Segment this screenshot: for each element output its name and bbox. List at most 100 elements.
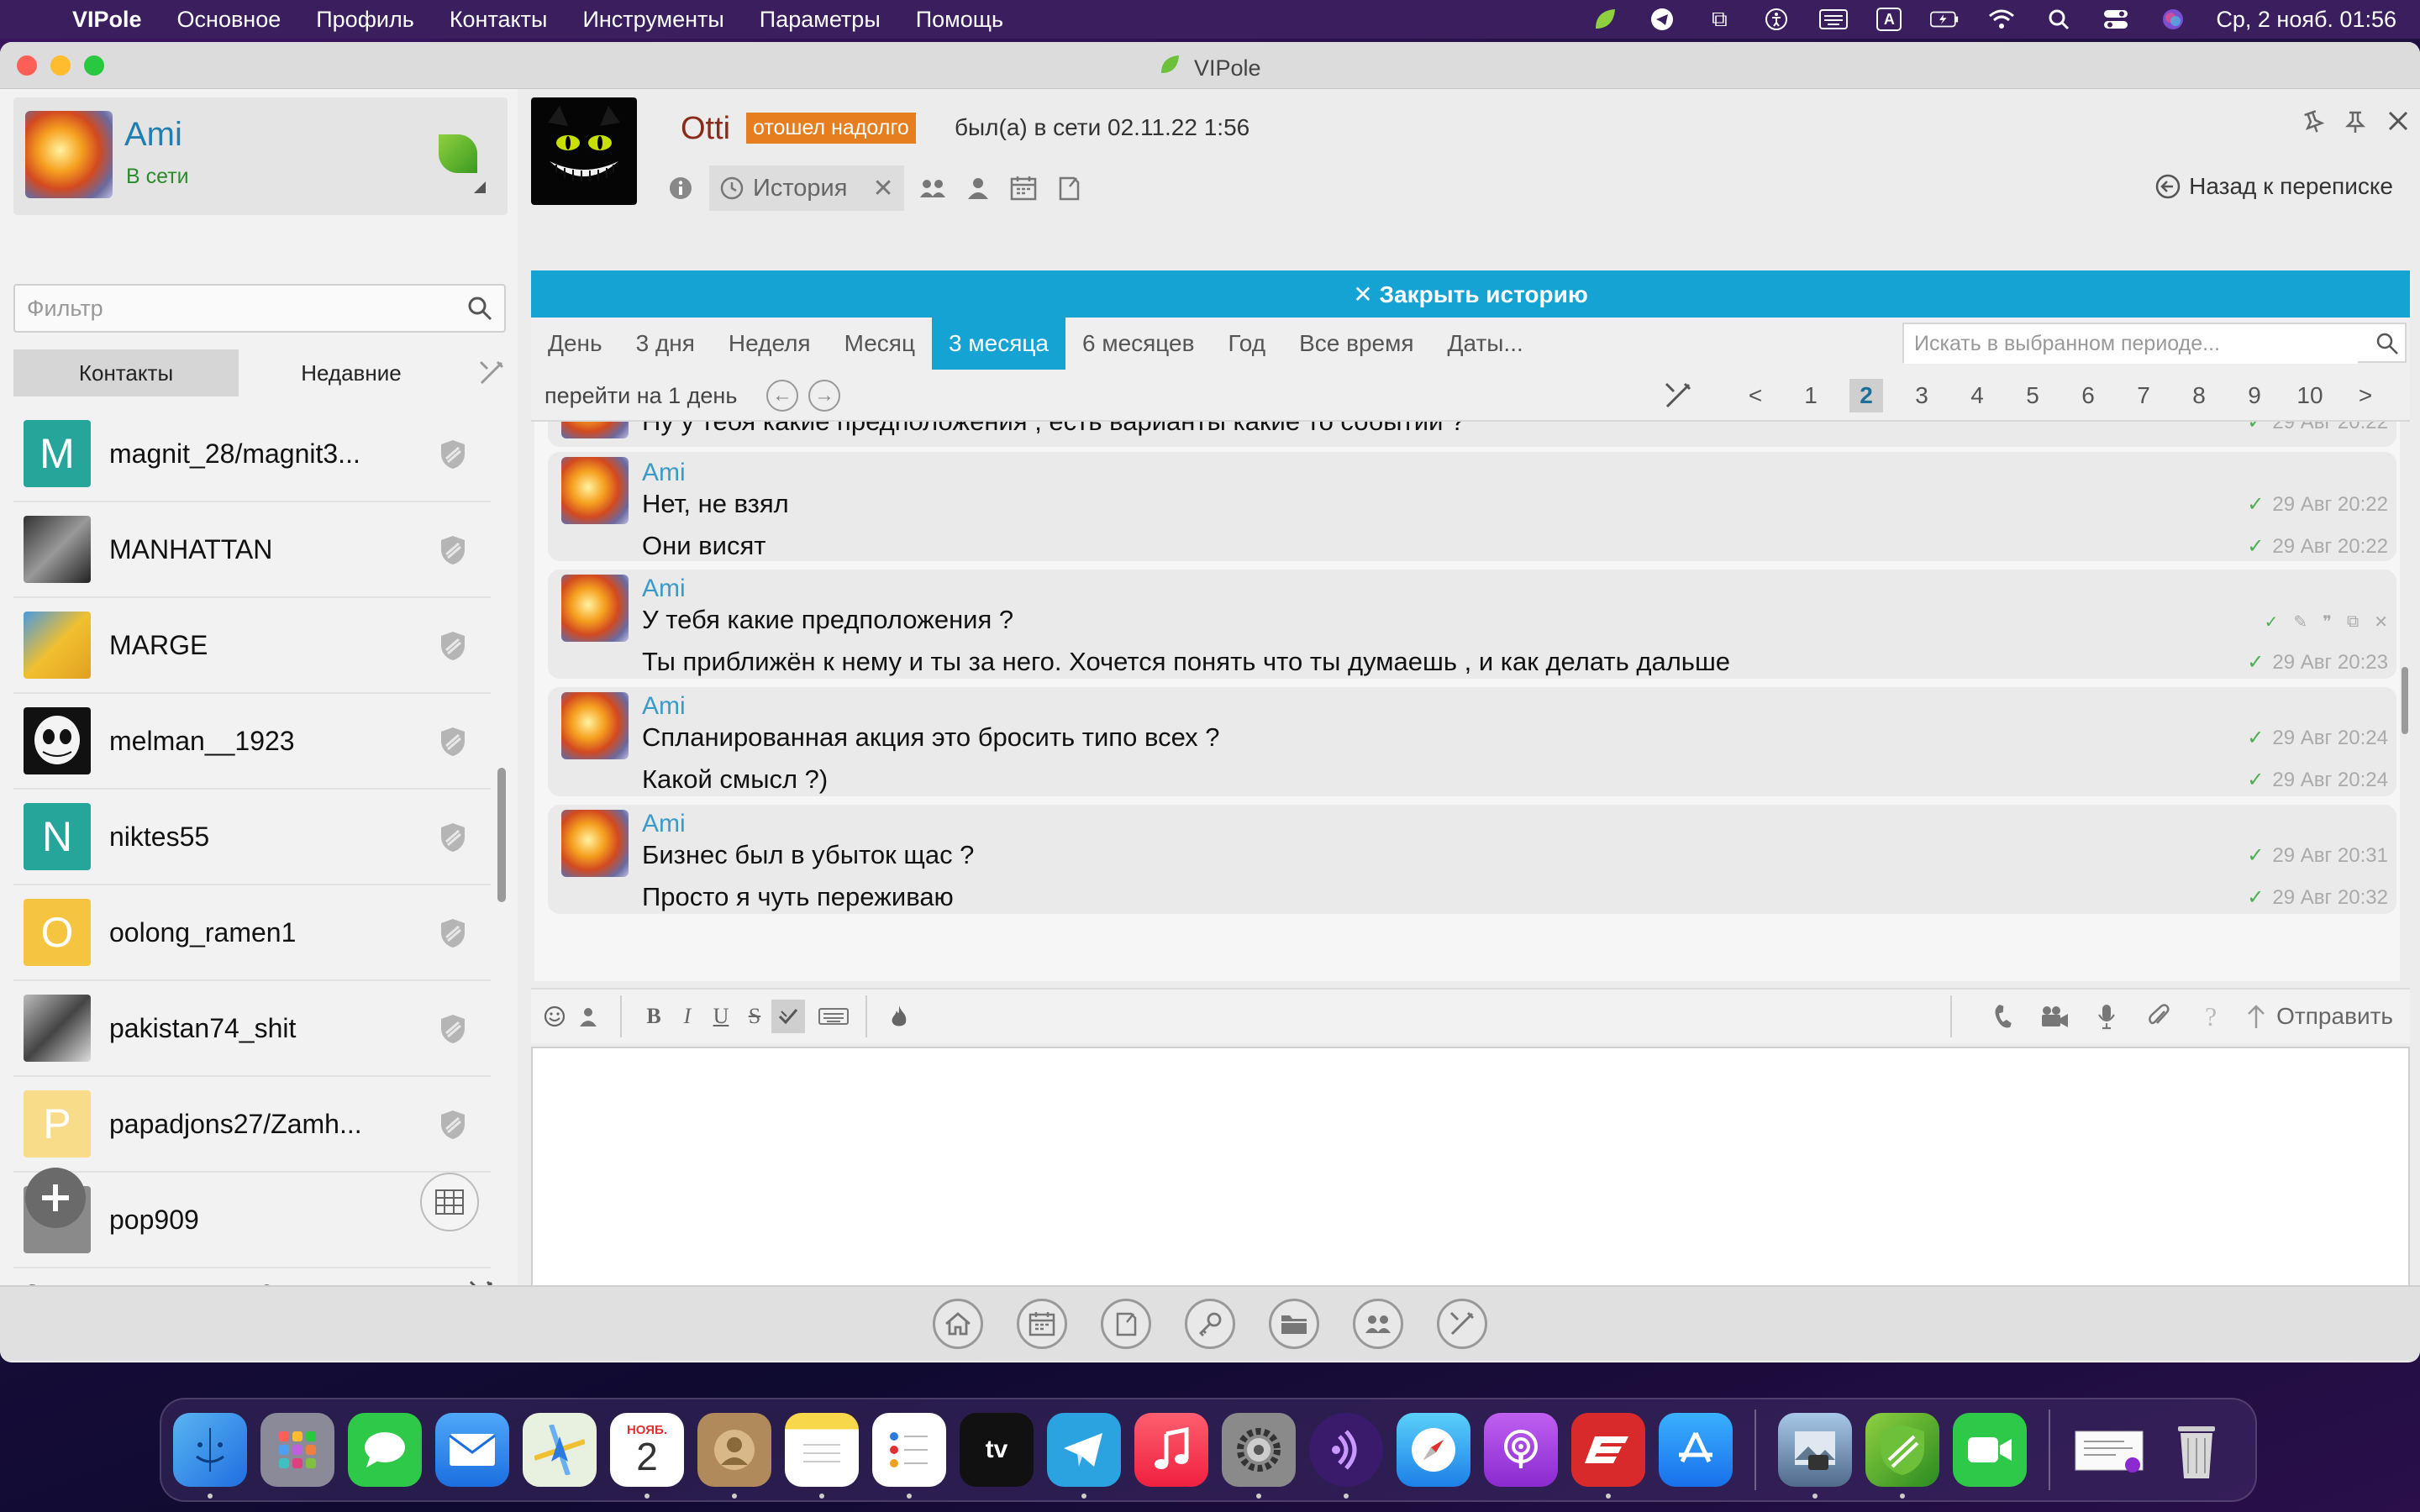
page-4[interactable]: 4: [1949, 382, 2005, 409]
period-all-time[interactable]: Все время: [1282, 318, 1430, 370]
my-profile-card[interactable]: Ami В сети: [13, 97, 508, 215]
search-icon[interactable]: [2375, 331, 2400, 356]
maps-app[interactable]: [523, 1413, 597, 1487]
period-6-months[interactable]: 6 месяцев: [1065, 318, 1212, 370]
page-7[interactable]: 7: [2116, 382, 2171, 409]
keyboard-button[interactable]: [817, 1000, 850, 1033]
input-source-icon[interactable]: A: [1876, 8, 1902, 31]
back-to-chat-link[interactable]: Назад к переписке: [2155, 173, 2393, 200]
send-button[interactable]: Отправить: [2246, 1003, 2393, 1030]
trash-app[interactable]: [2160, 1413, 2233, 1487]
period-day[interactable]: День: [531, 318, 619, 370]
period-year[interactable]: Год: [1211, 318, 1282, 370]
podcasts-alt-app[interactable]: [1309, 1413, 1383, 1499]
message-text[interactable]: Спланированная акция это бросить типо вс…: [642, 722, 1219, 753]
status-leaf-icon[interactable]: [439, 134, 477, 173]
contact-item[interactable]: MANHATTAN: [13, 502, 491, 598]
voice-message-icon[interactable]: [2090, 1000, 2123, 1033]
menu-osnovnoe[interactable]: Основное: [177, 7, 281, 33]
message-text[interactable]: Нет, не взял: [642, 489, 789, 519]
quote-message-icon[interactable]: ❞: [2323, 612, 2332, 633]
message-author[interactable]: Ami: [642, 575, 686, 603]
contacts-app[interactable]: [697, 1413, 771, 1499]
delete-message-icon[interactable]: ✕: [2374, 612, 2388, 633]
contact-item[interactable]: N niktes55: [13, 790, 491, 885]
voice-call-icon[interactable]: [1986, 1000, 2019, 1033]
home-button[interactable]: [933, 1299, 983, 1349]
page-3[interactable]: 3: [1894, 382, 1949, 409]
recent-document[interactable]: [2072, 1413, 2146, 1487]
spotlight-search-icon[interactable]: [2044, 7, 2073, 32]
message-text[interactable]: Бизнес был в убыток щас ?: [642, 840, 974, 870]
launchpad-app[interactable]: [260, 1413, 334, 1487]
tab-recent[interactable]: Недавние: [239, 349, 464, 396]
control-center-icon[interactable]: [2102, 7, 2130, 32]
attach-file-icon[interactable]: [2142, 1000, 2175, 1033]
period-month[interactable]: Месяц: [828, 318, 932, 370]
edit-message-icon[interactable]: ✎: [2293, 612, 2307, 633]
message-text[interactable]: Ну у тебя какие предположения , есть вар…: [642, 422, 1465, 437]
message-author[interactable]: Ami: [642, 810, 686, 838]
message-text[interactable]: У тебя какие предположения ?: [642, 605, 1013, 635]
keyboard-icon[interactable]: [1819, 7, 1849, 32]
vipole-app[interactable]: [1865, 1413, 1939, 1499]
copy-message-icon[interactable]: ⧉: [2347, 612, 2359, 632]
contact-item[interactable]: P papadjons27/Zamh...: [13, 1077, 491, 1173]
mail-app[interactable]: [435, 1413, 509, 1487]
tab-history[interactable]: История ✕: [709, 165, 904, 211]
messages-app[interactable]: [348, 1413, 422, 1487]
period-week[interactable]: Неделя: [712, 318, 828, 370]
page-10[interactable]: 10: [2282, 382, 2338, 409]
period-search-input[interactable]: [1904, 324, 2358, 364]
tab-contacts[interactable]: Контакты: [13, 349, 239, 396]
chat-contact-avatar[interactable]: [531, 97, 637, 205]
period-dates[interactable]: Даты...: [1431, 318, 1540, 370]
files-button[interactable]: [1269, 1299, 1319, 1349]
close-history-tab-icon[interactable]: ✕: [872, 174, 893, 203]
info-icon[interactable]: [664, 171, 697, 205]
contact-item[interactable]: pop909: [13, 1173, 491, 1268]
filter-input[interactable]: [15, 286, 452, 332]
calendar-icon[interactable]: [1007, 171, 1040, 205]
page-9[interactable]: 9: [2227, 382, 2282, 409]
contact-item[interactable]: MARGE: [13, 598, 491, 694]
group-chats-button[interactable]: [1353, 1299, 1403, 1349]
group-chat-icon[interactable]: [916, 171, 950, 205]
expressvpn-app[interactable]: [1571, 1413, 1645, 1499]
my-avatar[interactable]: [25, 111, 113, 198]
passwords-button[interactable]: [1185, 1299, 1235, 1349]
contacts-scrollbar[interactable]: [497, 768, 506, 902]
help-icon[interactable]: ?: [2194, 1000, 2228, 1033]
pin-icon[interactable]: [2302, 109, 2325, 141]
notes-icon[interactable]: [1052, 171, 1086, 205]
messages-scrollbar[interactable]: [2402, 667, 2408, 734]
page-prev[interactable]: <: [1728, 382, 1783, 409]
podcasts-app[interactable]: [1484, 1413, 1558, 1487]
page-next[interactable]: >: [2338, 382, 2393, 409]
pin-top-icon[interactable]: [2344, 109, 2366, 141]
app-store-app[interactable]: [1659, 1413, 1733, 1487]
bold-button[interactable]: B: [637, 1000, 671, 1033]
period-3-months[interactable]: 3 месяца: [932, 318, 1065, 370]
vipole-status-icon[interactable]: [1591, 7, 1619, 32]
menu-contacts[interactable]: Контакты: [450, 7, 548, 33]
chat-contact-name[interactable]: Otti: [681, 111, 730, 147]
accessibility-icon[interactable]: [1762, 7, 1791, 32]
safari-app[interactable]: [1397, 1413, 1470, 1487]
finder-app[interactable]: [173, 1413, 247, 1499]
message-text[interactable]: Они висят: [642, 531, 765, 561]
contact-item[interactable]: melman__1923: [13, 694, 491, 790]
calendar-button[interactable]: [1017, 1299, 1067, 1349]
menu-help[interactable]: Помощь: [916, 7, 1003, 33]
music-app[interactable]: [1134, 1413, 1208, 1487]
wifi-icon[interactable]: [1987, 7, 2016, 32]
close-history-button[interactable]: ✕ Закрыть историю: [531, 270, 2410, 318]
next-day-button[interactable]: →: [808, 380, 840, 412]
settings-button[interactable]: [1437, 1299, 1487, 1349]
calendar-app[interactable]: НОЯБ. 2: [610, 1413, 684, 1499]
contact-item[interactable]: M magnit_28/magnit3...: [13, 407, 491, 502]
message-author[interactable]: Ami: [642, 692, 686, 721]
mention-contact-icon[interactable]: [571, 1000, 605, 1033]
menu-profile[interactable]: Профиль: [316, 7, 414, 33]
message-author[interactable]: Ami: [642, 459, 686, 487]
